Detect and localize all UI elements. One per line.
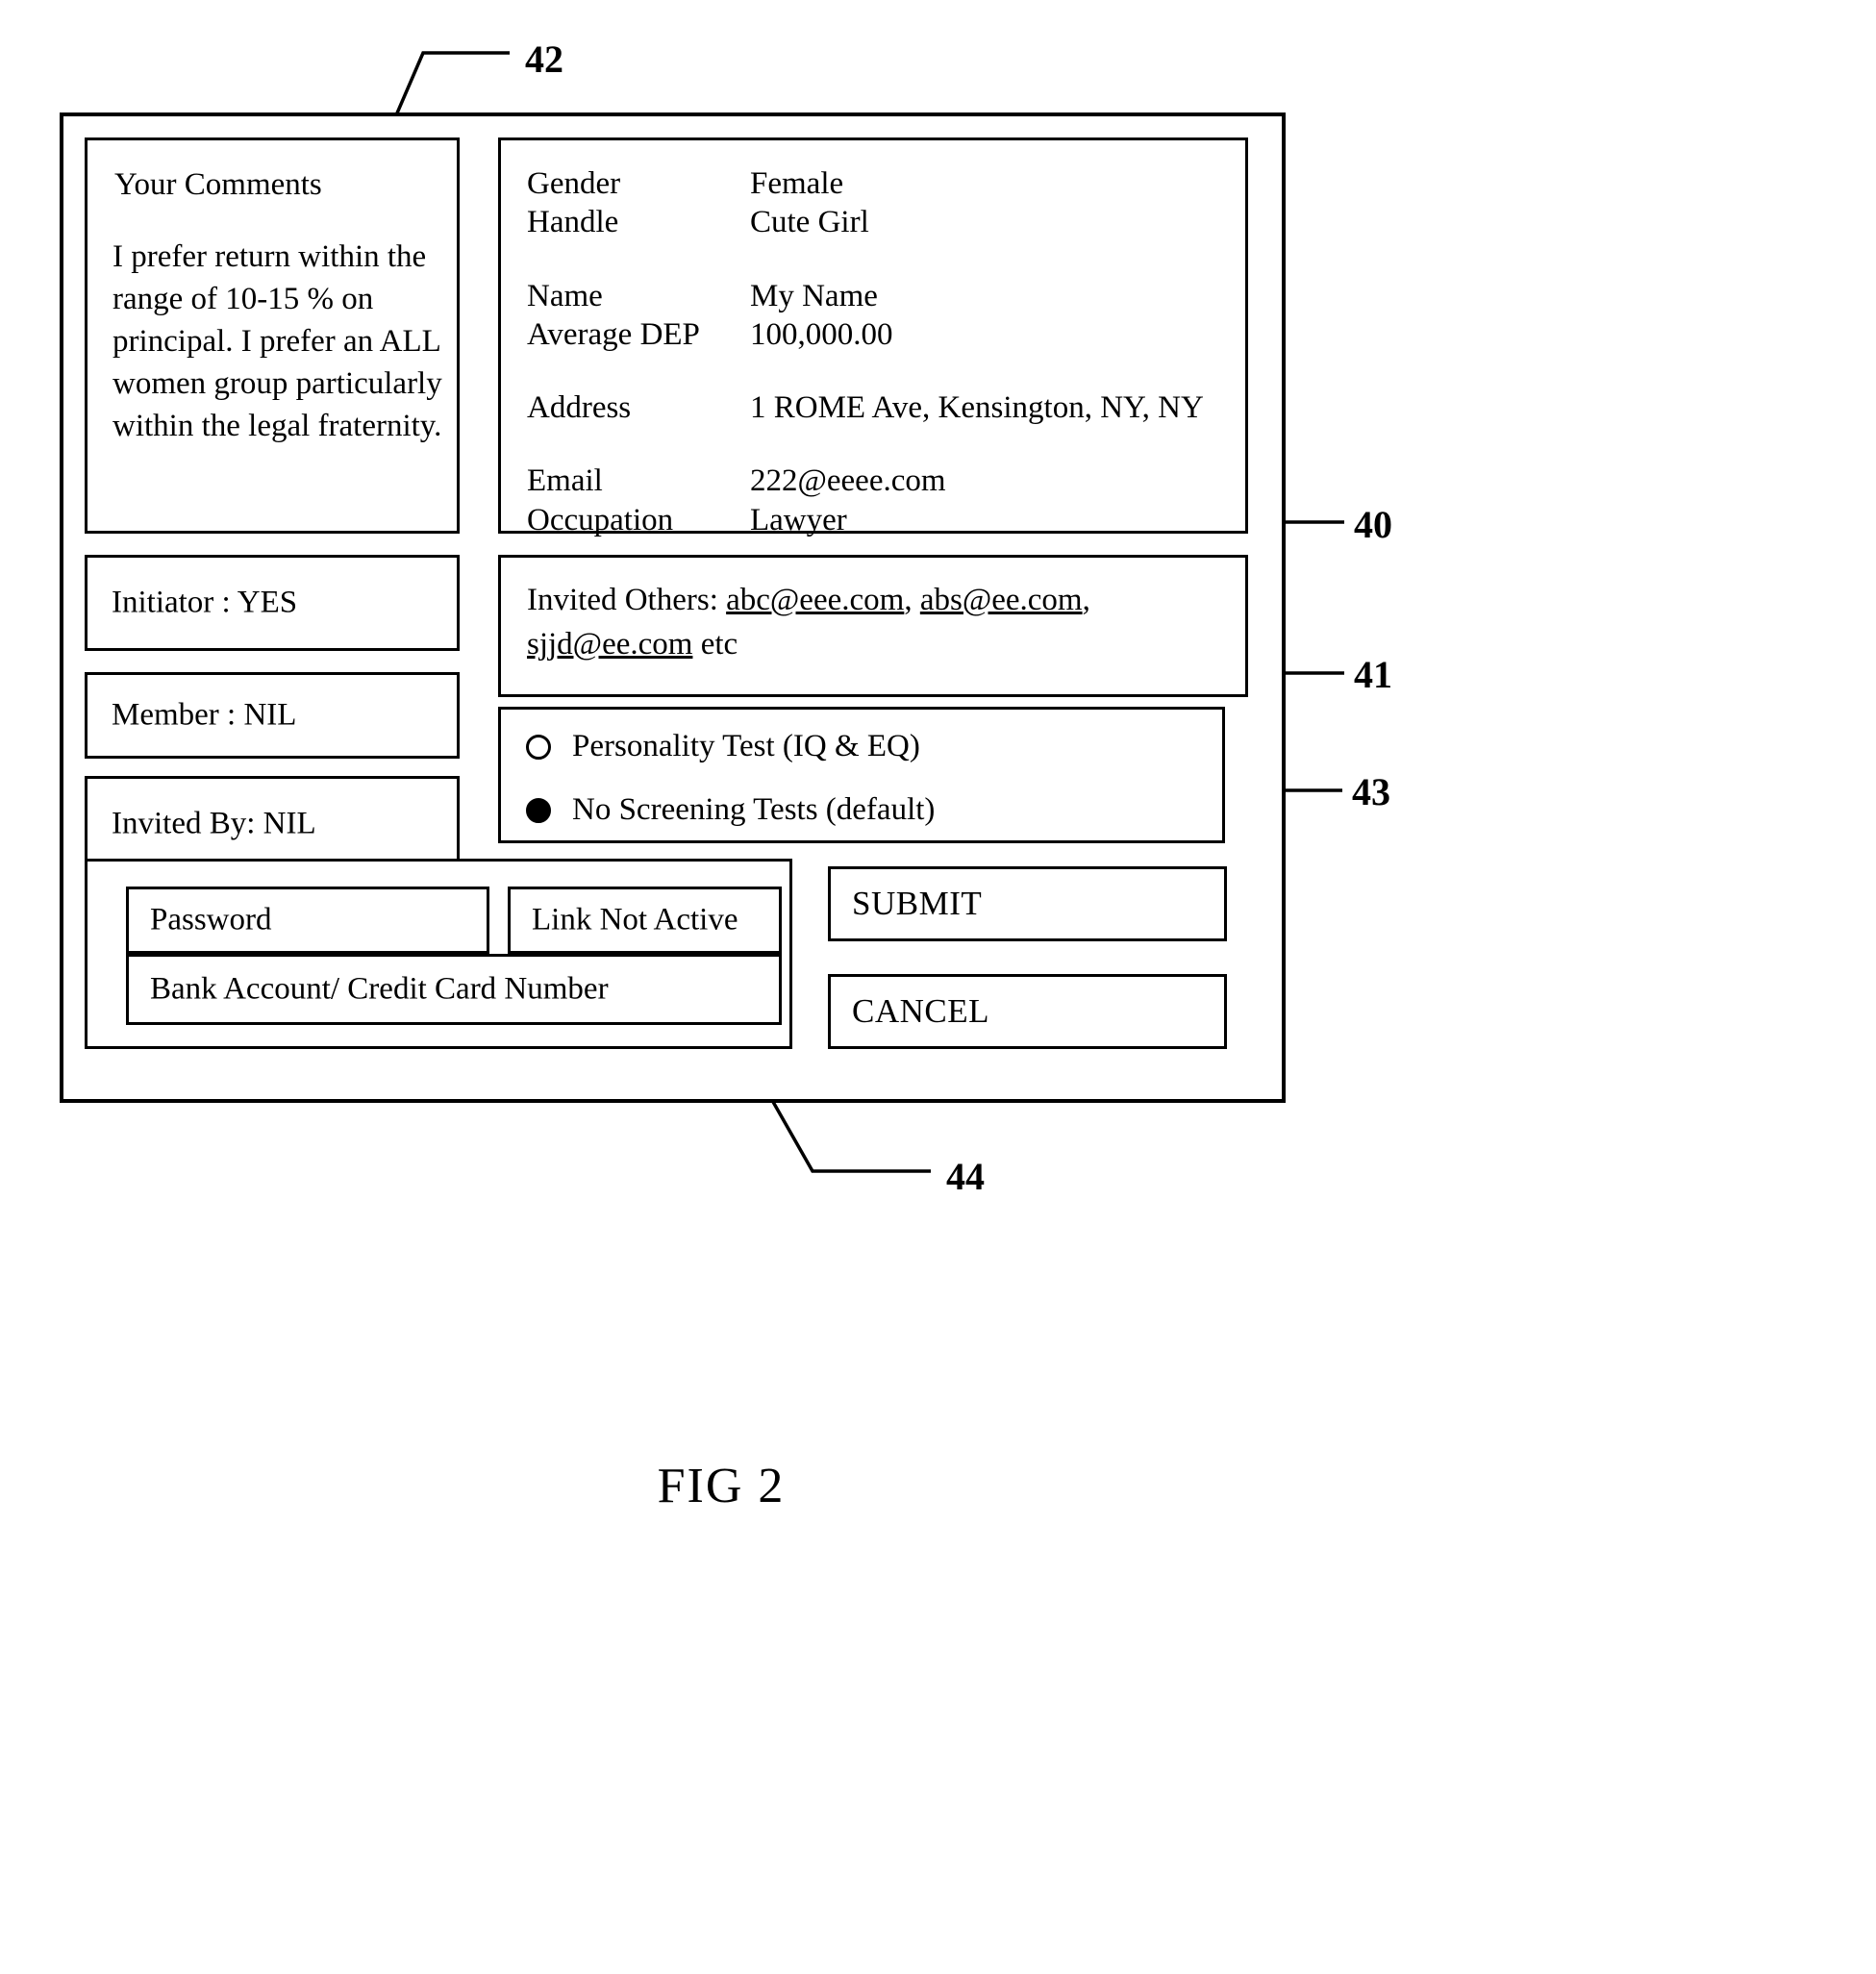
radio-circle-icon[interactable] xyxy=(526,734,551,760)
link-status-label: Link Not Active xyxy=(532,902,738,937)
profile-row: Gender Female xyxy=(527,164,1239,203)
your-comments-panel[interactable]: Your Comments I prefer return within the… xyxy=(85,137,460,534)
radio-option-personality-test[interactable]: Personality Test (IQ & EQ) xyxy=(526,729,920,764)
reference-numeral-44: 44 xyxy=(946,1155,985,1198)
reference-numeral-43: 43 xyxy=(1352,770,1390,813)
profile-field-value: My Name xyxy=(750,278,878,313)
reference-numeral-42: 42 xyxy=(525,37,563,81)
member-status-label: Member : NIL xyxy=(112,697,297,733)
screening-tests-panel[interactable]: Personality Test (IQ & EQ) No Screening … xyxy=(498,707,1225,843)
profile-field-value: 1 ROME Ave, Kensington, NY, NY xyxy=(750,390,1204,425)
initiator-status-label: Initiator : YES xyxy=(112,585,298,620)
radio-option-label: Personality Test (IQ & EQ) xyxy=(572,729,920,763)
profile-field-key: Average DEP xyxy=(527,316,700,352)
profile-row: Address 1 ROME Ave, Kensington, NY, NY xyxy=(527,388,1239,427)
profile-field-key: Gender xyxy=(527,166,621,201)
invited-by-status-label: Invited By: NIL xyxy=(112,806,316,841)
profile-field-value: Female xyxy=(750,166,844,201)
member-status-box[interactable]: Member : NIL xyxy=(85,672,460,759)
cancel-button[interactable]: CANCEL xyxy=(828,974,1227,1049)
figure-caption: FIG 2 xyxy=(657,1459,786,1513)
profile-row: Name My Name xyxy=(527,277,1239,315)
profile-row-spacer xyxy=(527,242,1239,277)
invited-by-status-box[interactable]: Invited By: NIL xyxy=(85,776,460,872)
password-input[interactable]: Password xyxy=(126,887,489,954)
bank-account-placeholder: Bank Account/ Credit Card Number xyxy=(150,971,609,1007)
profile-row: Email 222@eeee.com xyxy=(527,462,1239,500)
profile-field-key: Handle xyxy=(527,205,619,240)
invited-email-link[interactable]: abs@ee.com xyxy=(920,583,1083,617)
profile-field-value: 100,000.00 xyxy=(750,316,893,352)
profile-field-value: Lawyer xyxy=(750,502,847,537)
credentials-group: Password Link Not Active Bank Account/ C… xyxy=(85,859,792,1049)
reference-numeral-40: 40 xyxy=(1354,503,1392,546)
profile-row: Average DEP 100,000.00 xyxy=(527,315,1239,354)
profile-row-spacer xyxy=(527,427,1239,462)
profile-row-spacer xyxy=(527,354,1239,388)
patent-figure: Your Comments I prefer return within the… xyxy=(0,0,1876,1974)
reference-numeral-41: 41 xyxy=(1354,653,1392,696)
your-comments-title: Your Comments xyxy=(114,167,322,202)
application-window-frame: Your Comments I prefer return within the… xyxy=(60,112,1286,1103)
profile-field-value: Cute Girl xyxy=(750,205,869,240)
profile-field-key: Occupation xyxy=(527,502,674,537)
invited-email-link[interactable]: sjjd@ee.com xyxy=(527,627,692,662)
submit-button-label: SUBMIT xyxy=(852,885,983,922)
bank-account-input[interactable]: Bank Account/ Credit Card Number xyxy=(126,954,782,1025)
radio-circle-filled-icon[interactable] xyxy=(526,797,551,823)
member-profile-panel: Gender Female Handle Cute Girl Name My Name Av… xyxy=(498,137,1248,537)
invited-others-text: Invited Others: abc@eee.com, abs@ee.com,… xyxy=(527,583,1090,662)
profile-row: Occupation Lawyer xyxy=(527,501,1239,539)
profile-field-key: Name xyxy=(527,278,603,313)
submit-button[interactable]: SUBMIT xyxy=(828,866,1227,941)
invited-email-link[interactable]: abc@eee.com xyxy=(726,583,904,617)
radio-option-label: No Screening Tests (default) xyxy=(572,792,936,827)
invited-others-panel[interactable]: Invited Others: abc@eee.com, abs@ee.com,… xyxy=(498,555,1248,697)
initiator-status-box[interactable]: Initiator : YES xyxy=(85,555,460,651)
profile-field-list: Gender Female Handle Cute Girl Name My Name Av… xyxy=(527,164,1239,539)
radio-option-no-screening[interactable]: No Screening Tests (default) xyxy=(526,792,935,828)
profile-row: Handle Cute Girl xyxy=(527,203,1239,241)
password-placeholder: Password xyxy=(150,902,272,937)
profile-field-key: Email xyxy=(527,463,603,499)
cancel-button-label: CANCEL xyxy=(852,992,989,1030)
link-status-field[interactable]: Link Not Active xyxy=(508,887,782,954)
profile-field-value: 222@eeee.com xyxy=(750,463,946,499)
your-comments-text[interactable]: I prefer return within the range of 10-1… xyxy=(113,237,443,447)
profile-field-key: Address xyxy=(527,390,632,425)
